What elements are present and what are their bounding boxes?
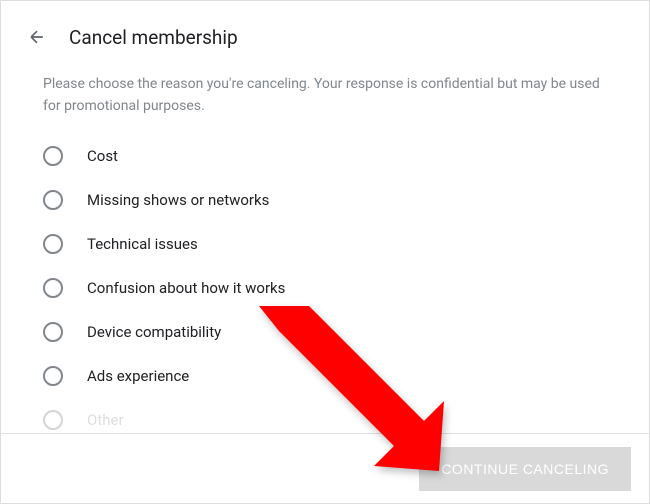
radio-label: Missing shows or networks	[87, 191, 269, 209]
dialog-header: Cancel membership	[1, 1, 649, 57]
radio-label: Confusion about how it works	[87, 279, 285, 297]
page-title: Cancel membership	[69, 26, 238, 49]
radio-option-technical[interactable]: Technical issues	[43, 234, 607, 254]
radio-label: Device compatibility	[87, 323, 221, 341]
reason-radio-list: Cost Missing shows or networks Technical…	[43, 146, 607, 430]
radio-option-ads[interactable]: Ads experience	[43, 366, 607, 386]
radio-option-other[interactable]: Other	[43, 410, 607, 430]
radio-label: Other	[87, 411, 124, 429]
radio-option-device[interactable]: Device compatibility	[43, 322, 607, 342]
continue-canceling-button[interactable]: CONTINUE CANCELING	[419, 447, 631, 491]
dialog-content: Please choose the reason you're cancelin…	[1, 57, 649, 447]
back-arrow-icon[interactable]	[25, 25, 49, 49]
dialog-footer: CONTINUE CANCELING	[1, 433, 649, 503]
radio-icon	[43, 410, 63, 430]
radio-label: Cost	[87, 147, 118, 165]
radio-icon	[43, 278, 63, 298]
radio-icon	[43, 366, 63, 386]
cancel-membership-dialog: Cancel membership Please choose the reas…	[0, 0, 650, 504]
radio-label: Technical issues	[87, 235, 198, 253]
radio-icon	[43, 146, 63, 166]
radio-icon	[43, 190, 63, 210]
radio-option-confusion[interactable]: Confusion about how it works	[43, 278, 607, 298]
radio-icon	[43, 234, 63, 254]
radio-option-cost[interactable]: Cost	[43, 146, 607, 166]
radio-label: Ads experience	[87, 367, 189, 385]
radio-option-missing-shows[interactable]: Missing shows or networks	[43, 190, 607, 210]
radio-icon	[43, 322, 63, 342]
description-text: Please choose the reason you're cancelin…	[43, 73, 607, 118]
